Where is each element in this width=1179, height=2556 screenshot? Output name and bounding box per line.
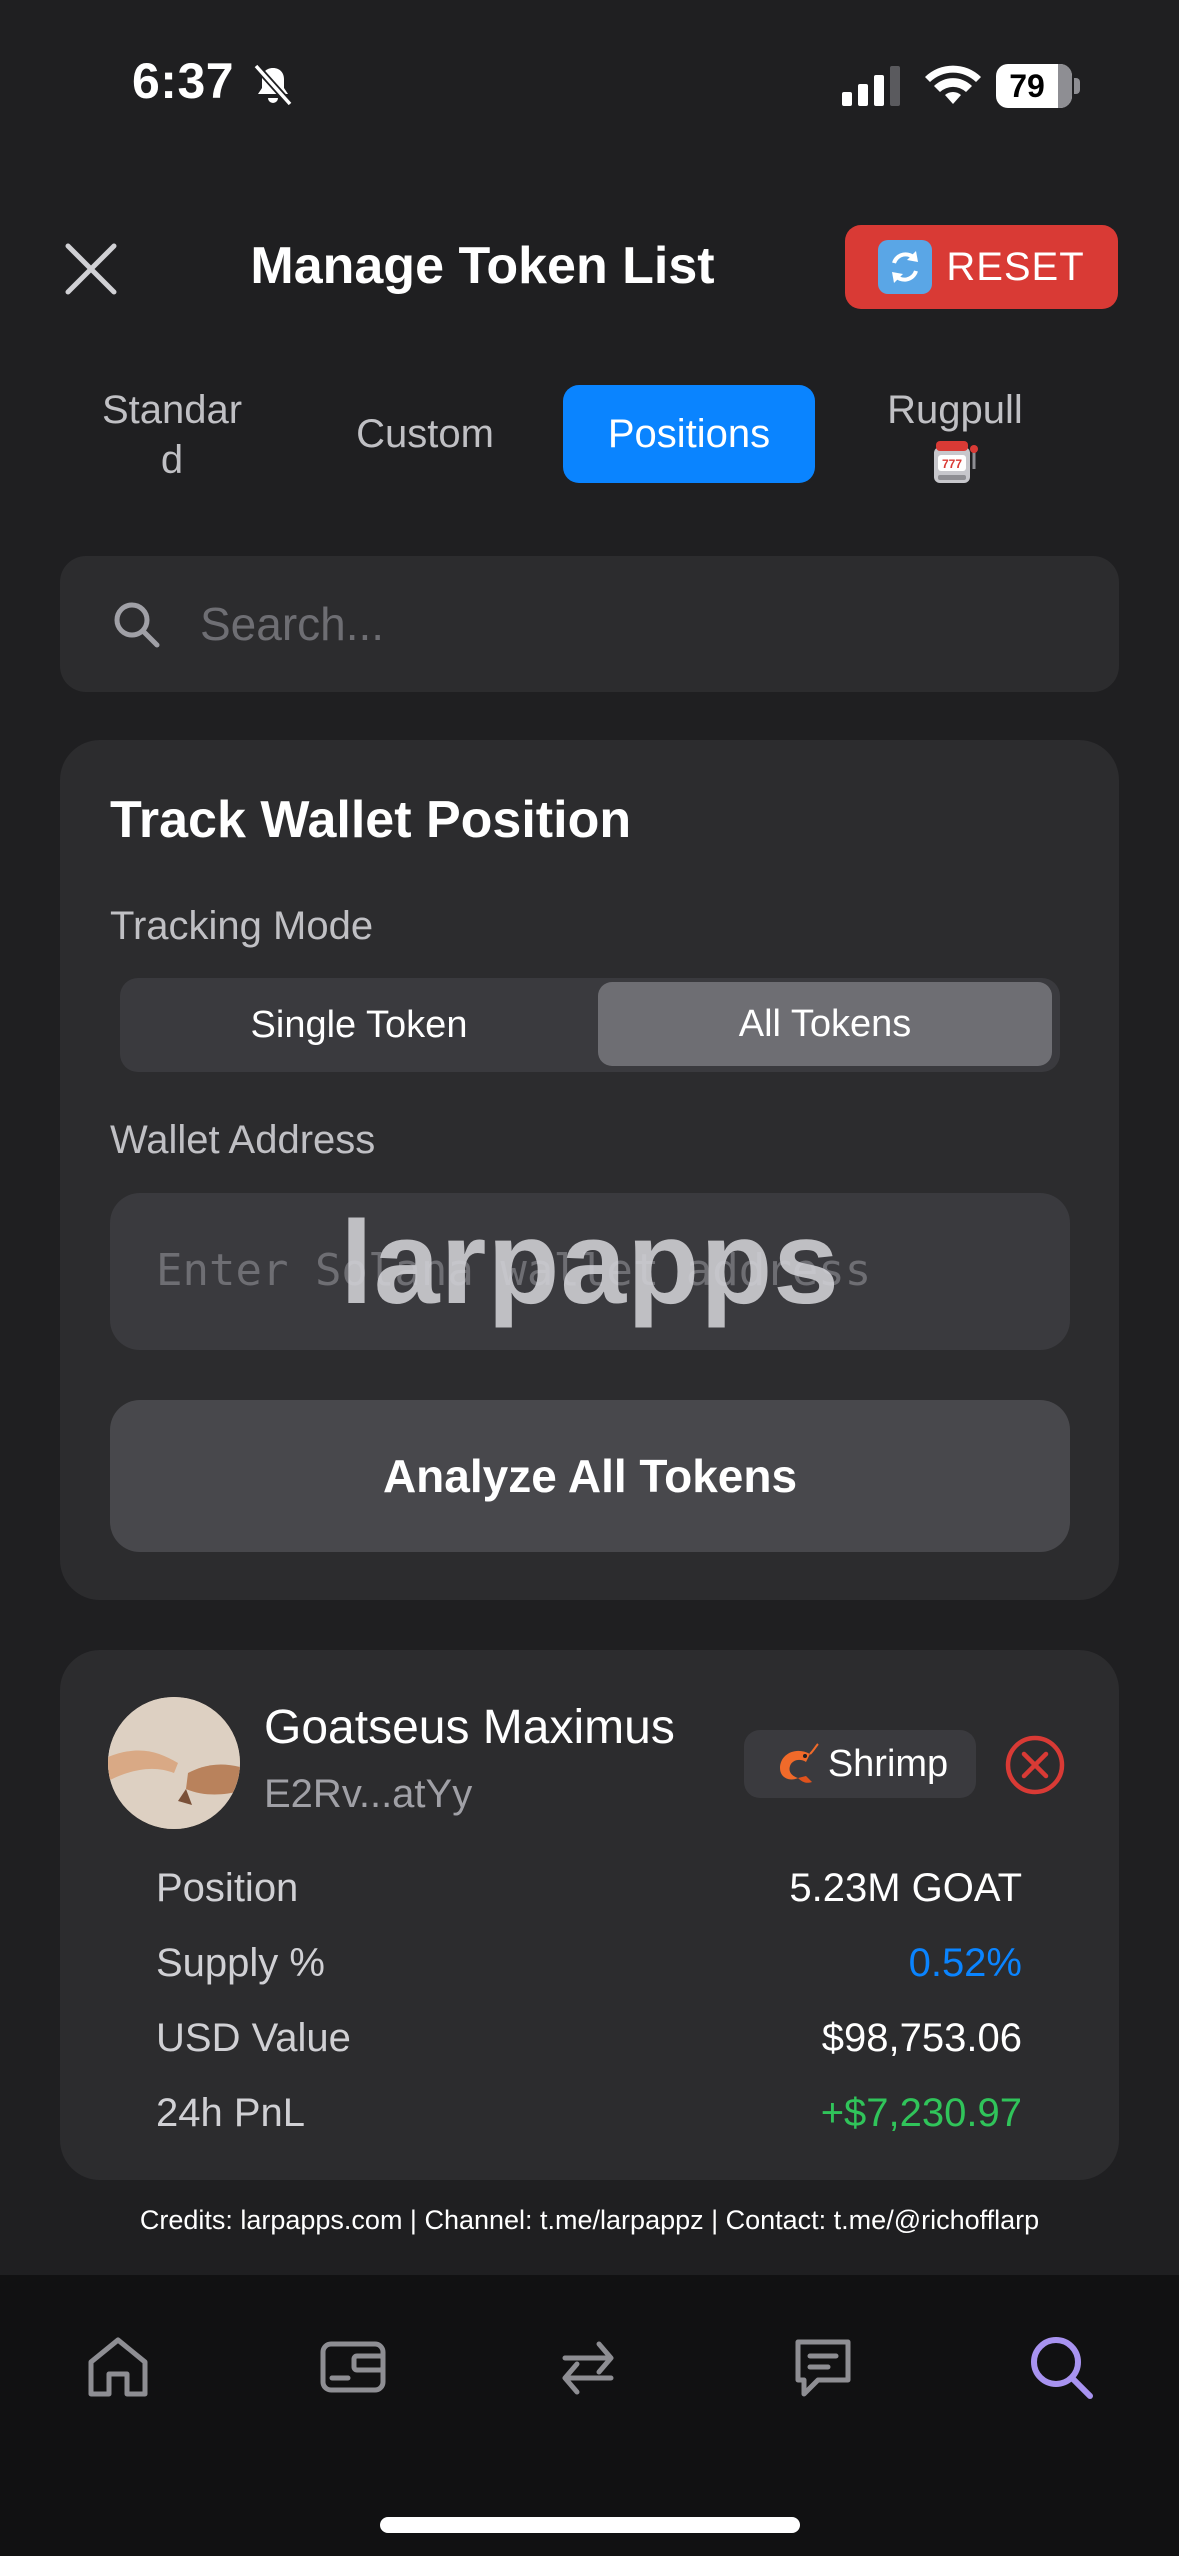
tab-rugpull-label: Rugpull	[887, 388, 1023, 432]
usd-value-value: $98,753.06	[821, 2016, 1022, 2060]
wallet-icon[interactable]	[318, 2332, 388, 2402]
home-icon[interactable]	[83, 2332, 153, 2402]
slot-machine-icon: 777	[934, 441, 978, 483]
tab-positions[interactable]: Positions	[563, 385, 815, 483]
tab-standard[interactable]: Standar d	[82, 385, 262, 485]
token-name: Goatseus Maximus	[264, 1701, 675, 1754]
chat-icon[interactable]	[788, 2332, 858, 2402]
pnl-24h-value: +$7,230.97	[820, 2091, 1022, 2135]
tab-rugpull[interactable]: Rugpull 777	[860, 385, 1050, 499]
usd-value-label: USD Value	[156, 2016, 351, 2060]
reset-button[interactable]: RESET	[845, 225, 1118, 309]
swap-icon[interactable]	[553, 2332, 623, 2402]
wifi-icon	[925, 65, 981, 104]
track-title: Track Wallet Position	[110, 791, 632, 849]
tier-badge-label: Shrimp	[827, 1742, 949, 1785]
refresh-icon	[878, 240, 933, 294]
wallet-address-input[interactable]	[156, 1230, 1056, 1310]
home-indicator	[380, 2517, 800, 2533]
position-label: Position	[156, 1866, 299, 1910]
tracking-mode-label: Tracking Mode	[110, 904, 374, 948]
status-time: 6:37	[132, 53, 235, 109]
svg-text:777: 777	[942, 457, 962, 471]
tab-standard-label: Standar d	[101, 388, 243, 482]
battery-level: 79	[1009, 68, 1045, 104]
battery-indicator: 79	[996, 64, 1080, 108]
tier-badge: Shrimp	[744, 1730, 976, 1798]
remove-position-icon[interactable]	[1004, 1734, 1066, 1796]
search-nav-icon[interactable]	[1026, 2332, 1096, 2402]
token-address: E2Rv...atYy	[264, 1772, 473, 1816]
page-title: Manage Token List	[250, 237, 715, 295]
supply-percent-value: 0.52%	[908, 1941, 1022, 1985]
bell-muted-icon	[253, 63, 293, 107]
pnl-24h-label: 24h PnL	[156, 2091, 306, 2135]
tab-custom[interactable]: Custom	[325, 409, 525, 459]
wallet-address-label: Wallet Address	[110, 1118, 376, 1162]
shrimp-icon	[779, 1743, 819, 1783]
close-icon[interactable]	[60, 238, 122, 300]
token-avatar	[108, 1697, 240, 1829]
cellular-signal-icon	[842, 66, 900, 106]
credits-footer: Credits: larpapps.com | Channel: t.me/la…	[139, 2205, 1040, 2235]
analyze-all-tokens-button[interactable]: Analyze All Tokens	[110, 1400, 1070, 1552]
mode-all-tokens[interactable]: All Tokens	[598, 982, 1052, 1066]
search-input[interactable]	[200, 586, 1080, 662]
bottom-tab-bar	[0, 2275, 1179, 2556]
position-value: 5.23M GOAT	[789, 1866, 1022, 1910]
reset-label: RESET	[946, 244, 1085, 289]
search-icon	[114, 602, 160, 648]
mode-single-token[interactable]: Single Token	[120, 978, 598, 1072]
supply-percent-label: Supply %	[156, 1941, 325, 1985]
